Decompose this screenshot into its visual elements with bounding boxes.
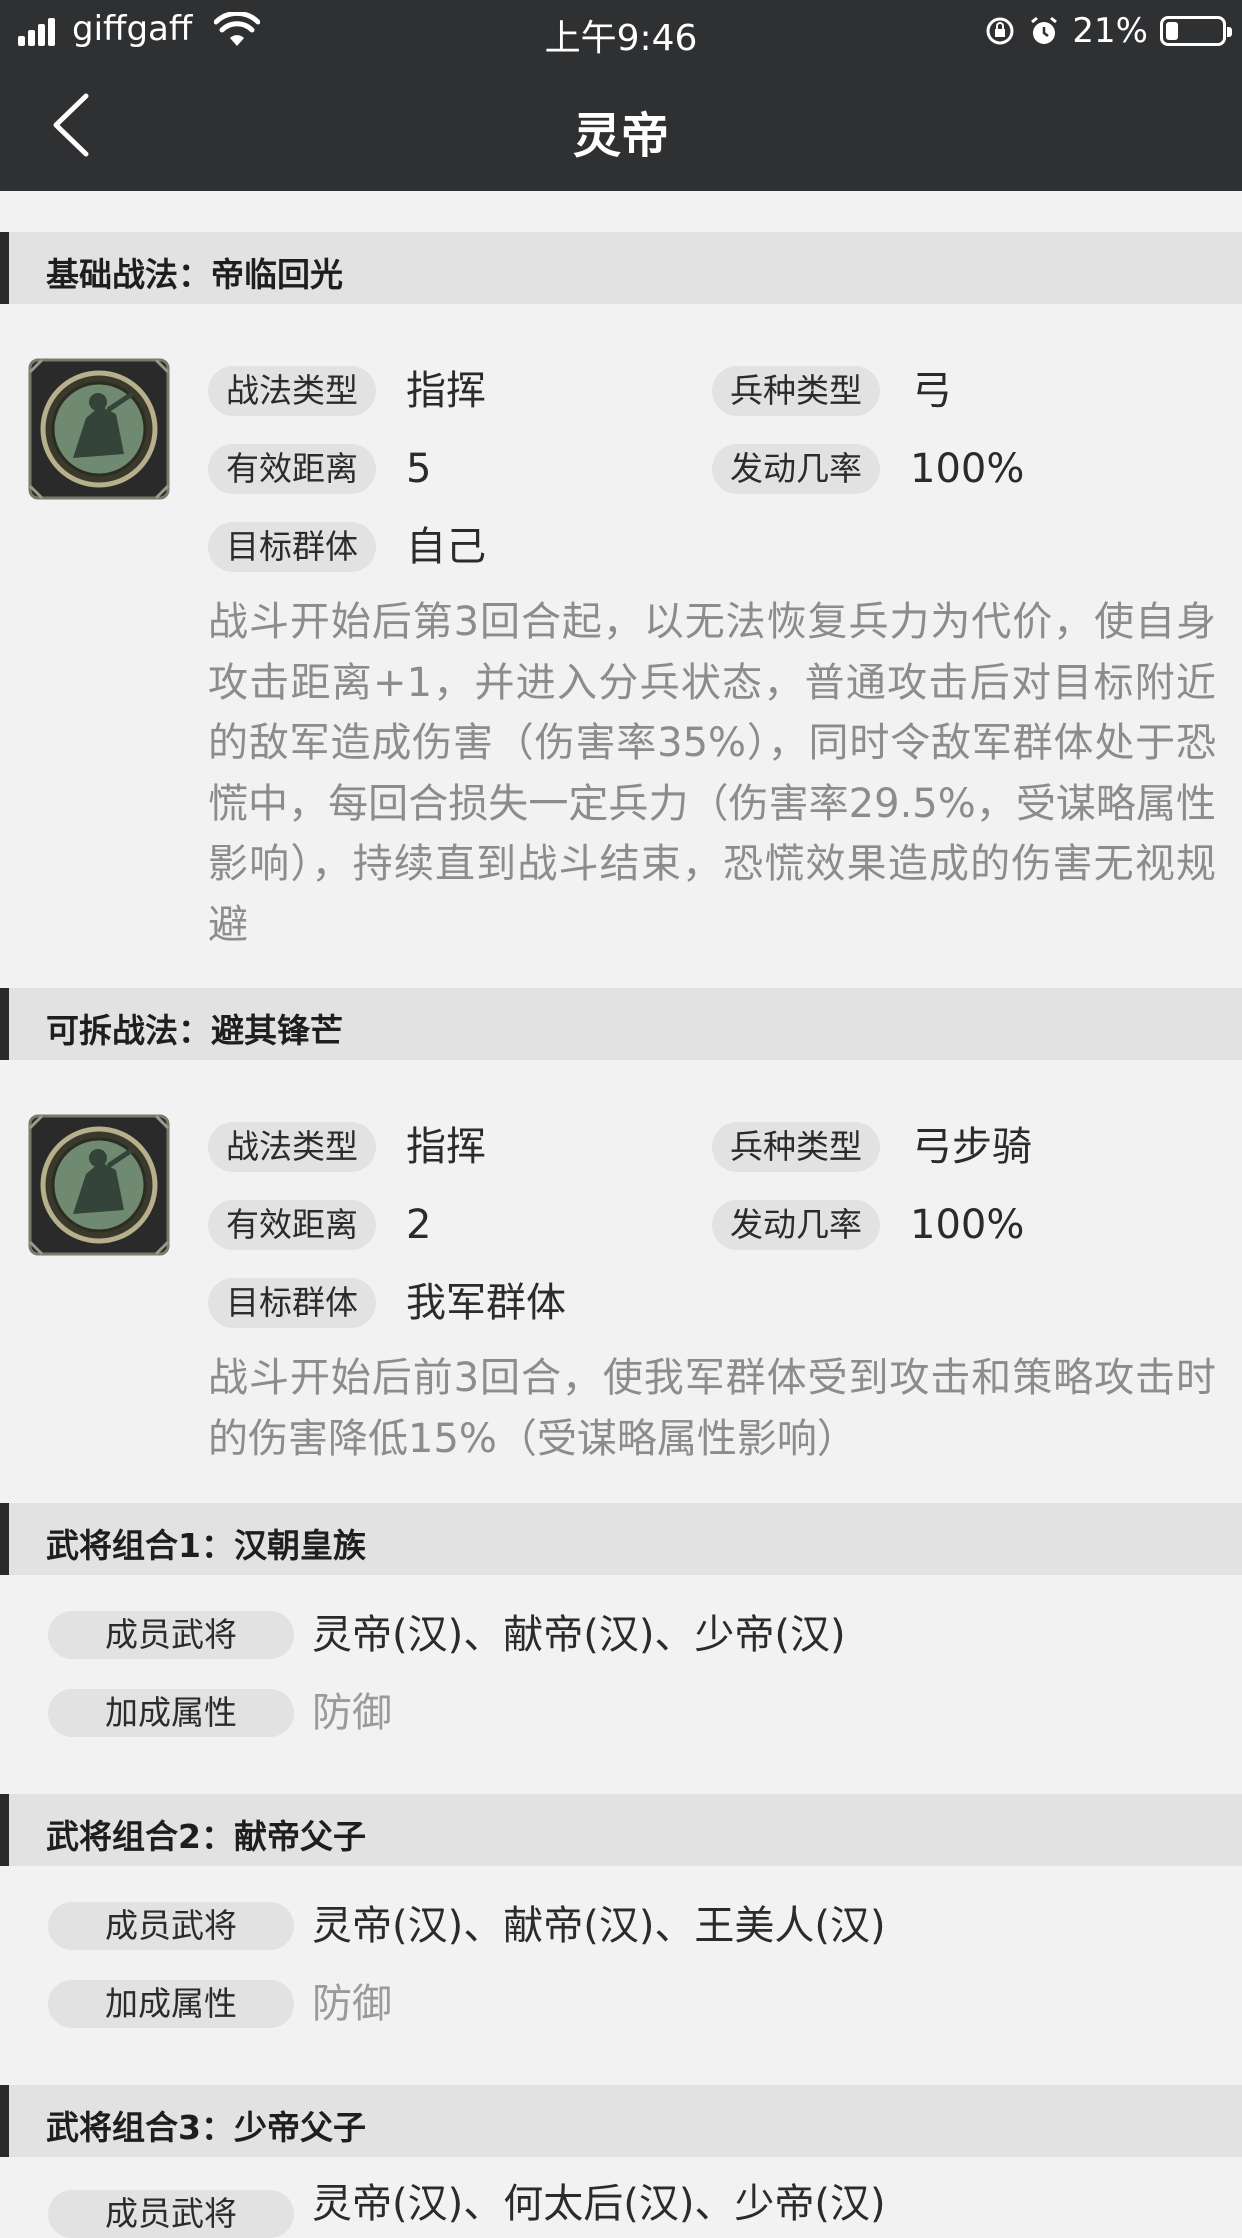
tag-bonus: 加成属性: [48, 1689, 294, 1737]
value-target: 我军群体: [406, 1280, 566, 1326]
tag-target: 目标群体: [208, 1278, 376, 1328]
section-accent-bar: [0, 1503, 9, 1575]
value-target: 自己: [406, 524, 486, 570]
tag-trigger-rate: 发动几率: [712, 444, 880, 494]
rotation-lock-icon: [986, 17, 1014, 45]
section-header-detachable-skill: 可拆战法：避其锋芒: [0, 988, 1242, 1060]
skill-description: 战斗开始后前3回合，使我军群体受到攻击和策略攻击时的伤害降低15%（受谋略属性影…: [208, 1355, 1216, 1462]
section-title: 基础战法：帝临回光: [46, 255, 343, 294]
tag-bonus: 加成属性: [48, 1980, 294, 2028]
tag-members: 成员武将: [48, 1611, 294, 1659]
value-members: 灵帝(汉)、献帝(汉)、少帝(汉): [312, 1612, 846, 1658]
tag-target: 目标群体: [208, 522, 376, 572]
section-accent-bar: [0, 988, 9, 1060]
tag-troop-type: 兵种类型: [712, 366, 880, 416]
skill-description: 战斗开始后第3回合起，以无法恢复兵力为代价，使自身攻击距离+1，并进入分兵状态，…: [208, 599, 1216, 948]
tag-troop-type: 兵种类型: [712, 1122, 880, 1172]
value-members: 灵帝(汉)、献帝(汉)、王美人(汉): [312, 1903, 886, 1949]
section-header-combo-2: 武将组合2：献帝父子: [0, 1794, 1242, 1866]
battery-percent: 21%: [1072, 11, 1148, 51]
section-title: 武将组合2：献帝父子: [46, 1817, 366, 1856]
section-header-combo-1: 武将组合1：汉朝皇族: [0, 1503, 1242, 1575]
tag-range: 有效距离: [208, 1200, 376, 1250]
value-troop-type: 弓: [912, 368, 952, 414]
page-title: 灵帝: [572, 108, 669, 164]
value-range: 2: [406, 1202, 432, 1248]
section-accent-bar: [0, 1794, 9, 1866]
value-trigger-rate: 100%: [910, 1202, 1025, 1248]
alarm-icon: [1031, 16, 1058, 44]
value-skill-type: 指挥: [406, 1124, 486, 1170]
top-bar: giffgaff 上午9:46 21% 灵帝: [0, 0, 1242, 191]
value-members: 灵帝(汉)、何太后(汉)、少帝(汉): [312, 2181, 886, 2227]
skill-emblem-icon: [28, 1114, 170, 1256]
section-accent-bar: [0, 232, 9, 304]
section-title: 武将组合1：汉朝皇族: [46, 1526, 366, 1565]
section-header-combo-3: 武将组合3：少帝父子: [0, 2085, 1242, 2157]
battery-icon: [1160, 16, 1232, 46]
tag-members: 成员武将: [48, 2190, 294, 2238]
status-right: 21%: [984, 10, 1232, 52]
tag-skill-type: 战法类型: [208, 1122, 376, 1172]
section-title: 武将组合3：少帝父子: [46, 2108, 366, 2147]
section-header-basic-skill: 基础战法：帝临回光: [0, 232, 1242, 304]
value-bonus: 防御: [312, 1690, 392, 1736]
tag-trigger-rate: 发动几率: [712, 1200, 880, 1250]
status-bar: giffgaff 上午9:46 21%: [0, 0, 1242, 62]
section-accent-bar: [0, 2085, 9, 2157]
value-skill-type: 指挥: [406, 368, 486, 414]
value-range: 5: [406, 446, 432, 492]
tag-skill-type: 战法类型: [208, 366, 376, 416]
value-troop-type: 弓步骑: [912, 1124, 1032, 1170]
tag-members: 成员武将: [48, 1902, 294, 1950]
section-title: 可拆战法：避其锋芒: [46, 1011, 343, 1050]
value-trigger-rate: 100%: [910, 446, 1025, 492]
tag-range: 有效距离: [208, 444, 376, 494]
value-bonus: 防御: [312, 1981, 392, 2027]
skill-emblem-icon: [28, 358, 170, 500]
